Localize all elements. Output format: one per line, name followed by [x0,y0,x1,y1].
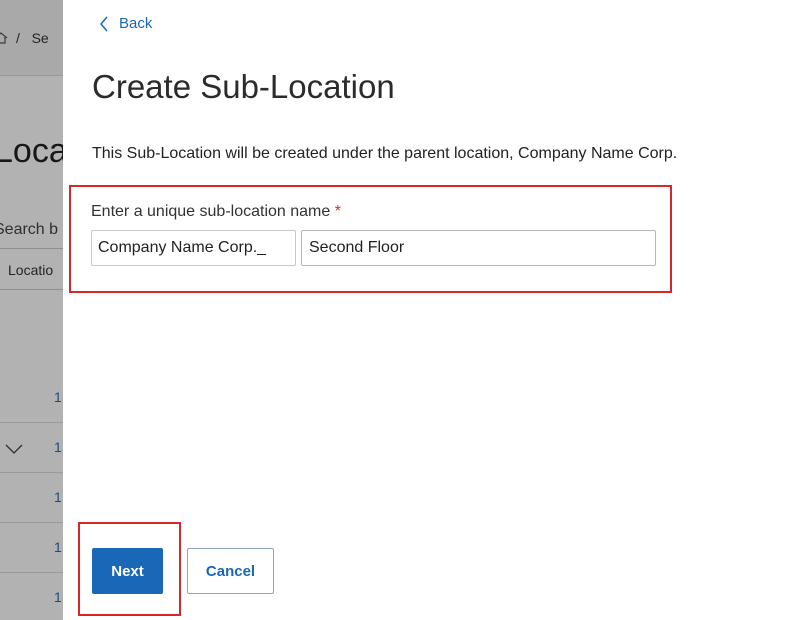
field-label-text: Enter a unique sub-location name [91,203,331,220]
create-sub-location-panel: Back Create Sub-Location This Sub-Locati… [63,0,800,620]
cancel-button[interactable]: Cancel [187,548,274,594]
page-title: Create Sub-Location [92,68,395,105]
back-label: Back [119,15,153,32]
sub-location-name-label: Enter a unique sub-location name * [91,203,341,221]
required-marker: * [334,203,341,220]
next-button[interactable]: Next [92,548,163,594]
chevron-left-icon [100,16,108,31]
back-link[interactable]: Back [99,15,152,32]
page-description: This Sub-Location will be created under … [92,145,678,162]
sub-location-name-input[interactable] [301,230,656,266]
parent-location-prefix: Company Name Corp._ [91,230,296,266]
